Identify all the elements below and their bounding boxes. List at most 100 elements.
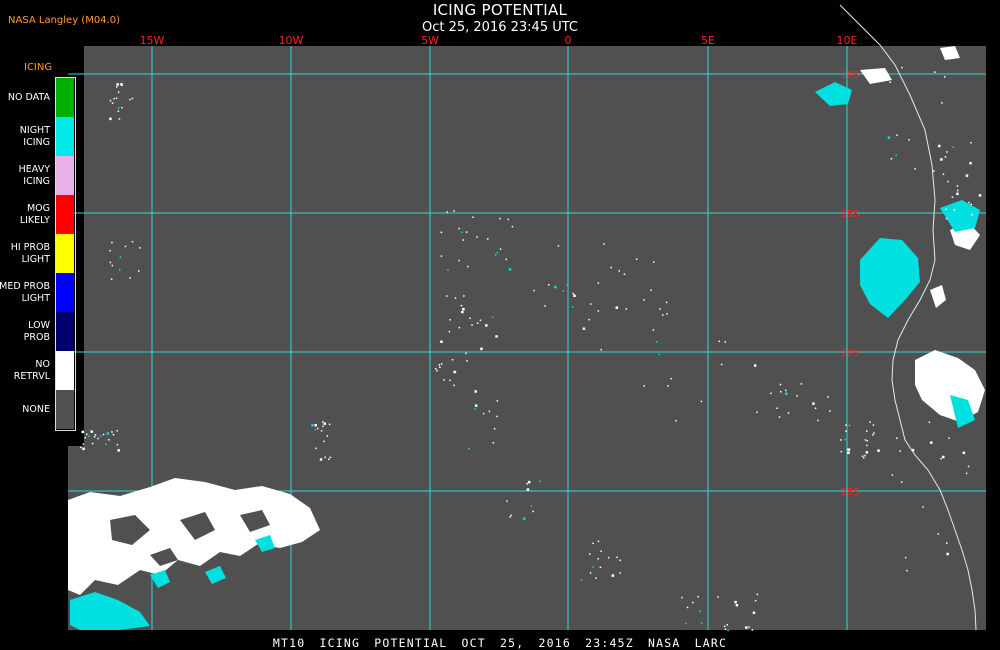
retrieval-speck <box>482 412 485 415</box>
retrieval-speck <box>111 264 114 267</box>
retrieval-speck <box>314 424 317 427</box>
retrieval-speck <box>914 168 916 170</box>
retrieval-speck <box>469 317 471 319</box>
retrieval-speck <box>865 451 869 454</box>
longitude-label: 5E <box>701 34 715 47</box>
retrieval-speck <box>877 449 880 452</box>
retrieval-speck <box>115 86 118 88</box>
retrieval-speck <box>439 366 441 368</box>
retrieval-speck <box>951 196 954 198</box>
longitude-label: 10E <box>837 34 858 47</box>
retrieval-speck <box>899 450 901 452</box>
legend-item-label: LOW PROB <box>23 319 50 343</box>
retrieval-speck <box>946 542 948 544</box>
retrieval-speck <box>595 577 597 579</box>
retrieval-speck <box>589 572 592 574</box>
retrieval-speck <box>438 364 441 366</box>
page-title: ICING POTENTIAL <box>432 1 568 19</box>
retrieval-speck <box>814 407 817 409</box>
retrieval-speck <box>866 430 868 432</box>
retrieval-speck <box>328 458 330 461</box>
retrieval-speck <box>944 156 947 158</box>
retrieval-speck <box>527 480 531 484</box>
retrieval-speck <box>108 439 110 441</box>
retrieval-speck <box>779 383 782 386</box>
longitude-label: 0 <box>565 34 572 47</box>
retrieval-speck <box>454 297 457 299</box>
legend-title: ICING <box>24 62 53 73</box>
retrieval-speck <box>109 117 112 121</box>
retrieval-speck <box>111 241 113 244</box>
retrieval-speck <box>487 238 489 240</box>
retrieval-speck <box>681 596 683 599</box>
retrieval-speck <box>476 236 478 238</box>
retrieval-speck <box>840 439 842 441</box>
retrieval-speck <box>962 451 966 455</box>
retrieval-speck <box>329 456 332 459</box>
retrieval-speck <box>735 604 739 607</box>
retrieval-speck <box>474 390 477 393</box>
retrieval-speck <box>80 446 82 449</box>
latitude-label: 25S <box>840 487 859 498</box>
retrieval-speck <box>866 440 868 442</box>
retrieval-speck <box>472 216 474 218</box>
retrieval-speck <box>965 472 968 475</box>
retrieval-speck <box>724 341 726 343</box>
retrieval-speck <box>666 313 668 315</box>
retrieval-speck <box>129 98 131 101</box>
legend-item-label: MOG LIKELY <box>19 202 50 226</box>
retrieval-speck <box>643 385 645 387</box>
retrieval-speck <box>770 392 772 395</box>
retrieval-speck <box>117 449 120 452</box>
retrieval-speck <box>93 436 96 438</box>
retrieval-speck <box>507 218 509 221</box>
retrieval-speck <box>945 208 947 210</box>
retrieval-speck <box>532 510 534 513</box>
retrieval-speck <box>753 364 757 367</box>
retrieval-speck <box>84 437 86 439</box>
retrieval-speck <box>885 75 887 77</box>
retrieval-speck <box>922 506 924 508</box>
icing-map: 15W 10W 5W 0 5E 10E 10S 15S 20S 25S <box>68 4 986 632</box>
retrieval-speck <box>323 440 325 443</box>
retrieval-speck <box>94 434 97 436</box>
retrieval-speck <box>105 443 107 445</box>
retrieval-speck <box>474 404 478 407</box>
retrieval-speck <box>572 292 574 295</box>
retrieval-speck <box>658 353 661 356</box>
retrieval-speck <box>928 421 931 423</box>
retrieval-speck <box>121 106 123 109</box>
retrieval-speck <box>479 319 482 321</box>
retrieval-speck <box>131 97 134 100</box>
retrieval-speck <box>700 400 703 403</box>
retrieval-speck <box>862 457 865 459</box>
retrieval-speck <box>499 217 501 220</box>
retrieval-speck <box>446 295 448 297</box>
retrieval-speck <box>956 185 959 187</box>
retrieval-speck <box>462 307 465 311</box>
retrieval-speck <box>965 174 969 177</box>
retrieval-speck <box>474 408 476 410</box>
retrieval-speck <box>597 310 600 312</box>
retrieval-speck <box>449 319 451 321</box>
retrieval-speck <box>978 194 982 197</box>
retrieval-speck <box>458 259 460 262</box>
retrieval-speck <box>491 316 494 318</box>
retrieval-speck <box>324 456 326 459</box>
retrieval-speck <box>117 91 120 93</box>
retrieval-speck <box>891 474 894 476</box>
retrieval-speck <box>887 136 891 139</box>
retrieval-speck <box>476 322 479 324</box>
retrieval-speck <box>86 433 88 436</box>
retrieval-speck <box>754 599 757 602</box>
retrieval-speck <box>583 326 585 329</box>
retrieval-speck <box>460 304 463 307</box>
retrieval-speck <box>508 268 512 271</box>
retrieval-speck <box>685 622 687 625</box>
retrieval-speck <box>111 431 113 433</box>
retrieval-speck <box>311 424 314 427</box>
retrieval-speck <box>946 552 949 556</box>
retrieval-speck <box>720 363 723 366</box>
retrieval-speck <box>946 151 948 153</box>
retrieval-speck <box>533 289 535 292</box>
